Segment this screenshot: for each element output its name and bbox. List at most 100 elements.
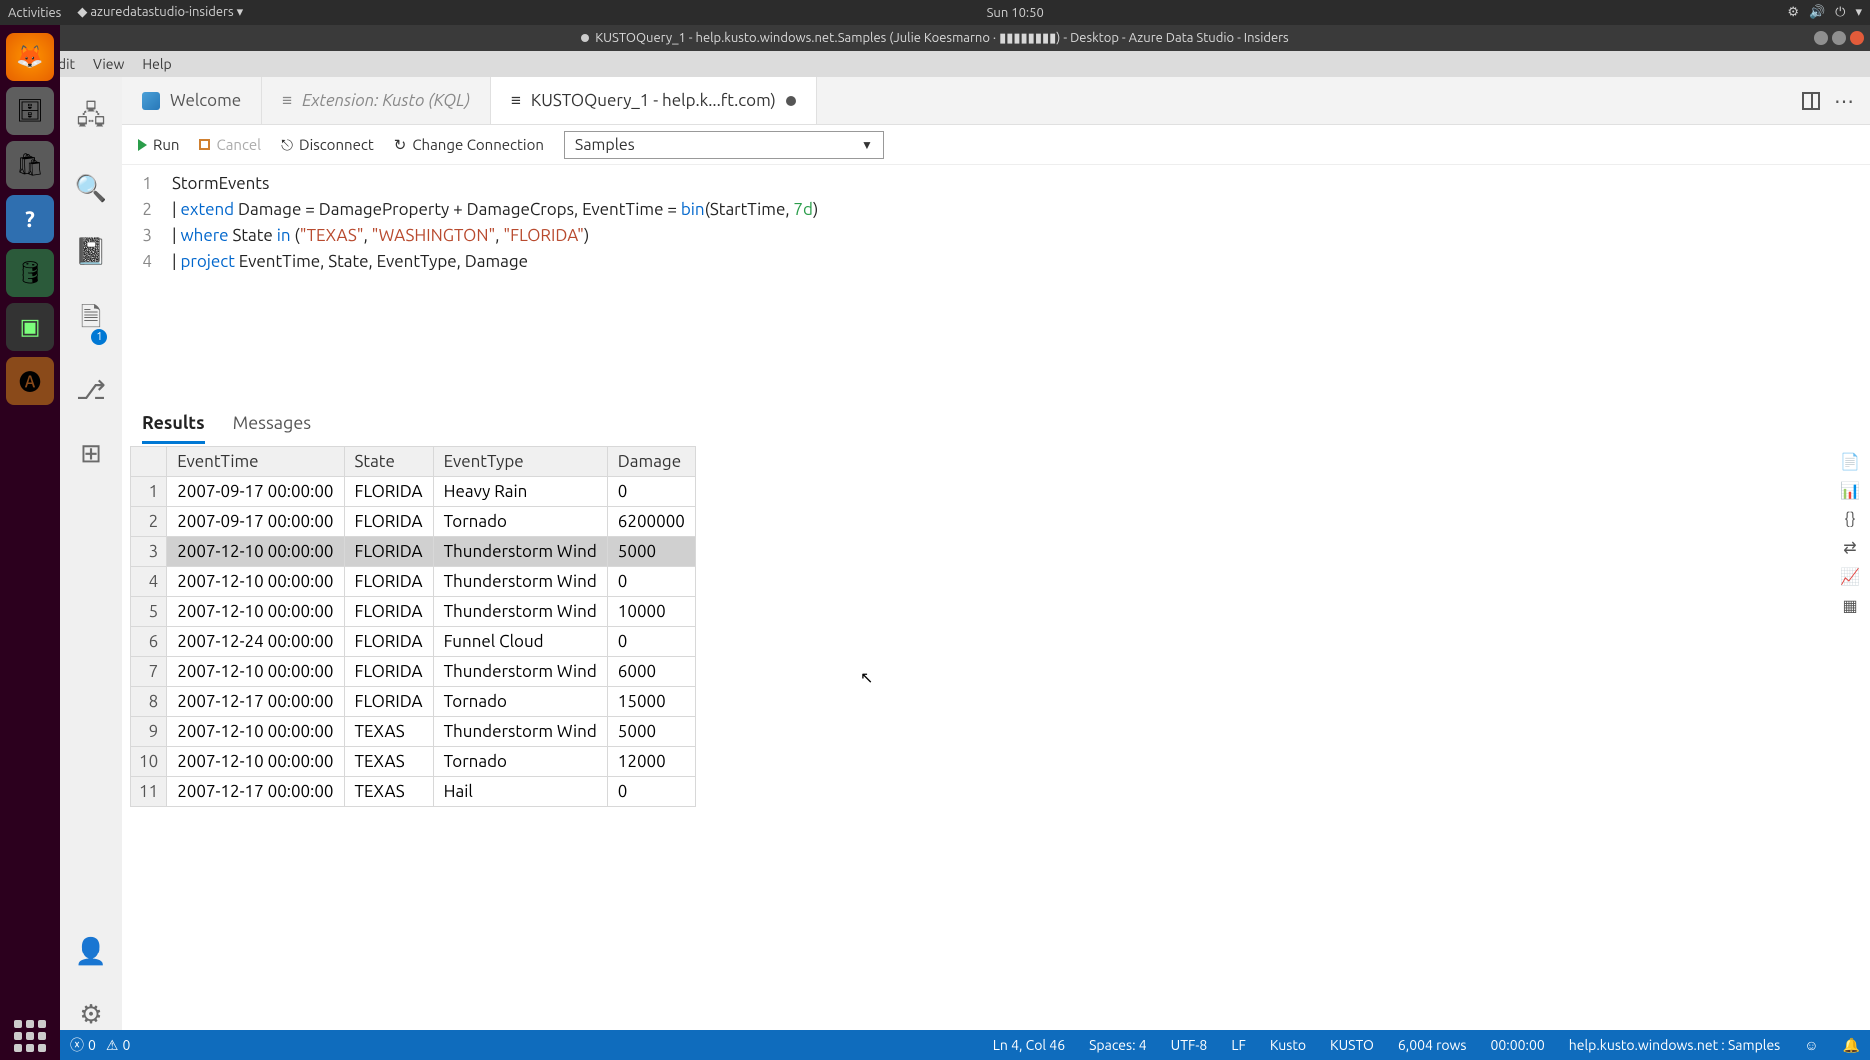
activity-explorer-icon[interactable]: 🗎 [81,299,102,343]
cell[interactable]: 2007-09-17 00:00:00 [167,477,344,507]
cell[interactable]: TEXAS [344,747,433,777]
table-row[interactable]: 22007-09-17 00:00:00FLORIDATornado620000… [131,507,696,537]
cell[interactable]: TEXAS [344,717,433,747]
save-json-icon[interactable]: {} [1844,510,1855,528]
row-number[interactable]: 5 [131,597,167,627]
status-eol[interactable]: LF [1231,1037,1246,1053]
cell[interactable]: 5000 [607,537,695,567]
table-row[interactable]: 92007-12-10 00:00:00TEXASThunderstorm Wi… [131,717,696,747]
editor-line[interactable]: 4| project EventTime, State, EventType, … [122,249,1870,275]
status-connection[interactable]: help.kusto.windows.net : Samples [1569,1037,1780,1053]
save-csv-icon[interactable]: 📄 [1840,452,1860,471]
cell[interactable]: 2007-12-10 00:00:00 [167,567,344,597]
row-number[interactable]: 11 [131,777,167,807]
row-number[interactable]: 8 [131,687,167,717]
cell[interactable]: 0 [607,627,695,657]
cell[interactable]: 2007-12-17 00:00:00 [167,687,344,717]
code-text[interactable]: | where State in ("TEXAS", "WASHINGTON",… [172,223,589,249]
visualizer-icon[interactable]: ▦ [1842,596,1857,615]
activity-search-icon[interactable]: 🔍 [75,173,107,204]
launcher-software[interactable]: 🛍 [6,141,54,189]
cell[interactable]: Thunderstorm Wind [433,597,607,627]
status-warnings[interactable]: ⚠ 0 [106,1037,130,1054]
editor-line[interactable]: 1StormEvents [122,171,1870,197]
launcher-help[interactable]: ? [6,195,54,243]
cell[interactable]: 2007-12-10 00:00:00 [167,537,344,567]
activity-connections-icon[interactable]: 🖧 [77,97,106,141]
database-select[interactable]: Samples ▼ [564,131,884,159]
row-number[interactable]: 7 [131,657,167,687]
cell[interactable]: 12000 [607,747,695,777]
disconnect-button[interactable]: ⎋ Disconnect [281,136,374,154]
cell[interactable]: FLORIDA [344,657,433,687]
cell[interactable]: 10000 [607,597,695,627]
cell[interactable]: FLORIDA [344,597,433,627]
editor-line[interactable]: 2| extend Damage = DamageProperty + Dama… [122,197,1870,223]
cell[interactable]: Heavy Rain [433,477,607,507]
table-row[interactable]: 52007-12-10 00:00:00FLORIDAThunderstorm … [131,597,696,627]
status-elapsed[interactable]: 00:00:00 [1491,1037,1545,1053]
table-row[interactable]: 102007-12-10 00:00:00TEXASTornado12000 [131,747,696,777]
status-feedback-icon[interactable]: ☺ [1804,1037,1818,1053]
save-xml-icon[interactable]: ⇄ [1843,538,1856,557]
run-button[interactable]: Run [138,136,179,153]
launcher-firefox[interactable]: 🦊 [6,33,54,81]
cell[interactable]: 0 [607,567,695,597]
activity-account-icon[interactable]: 👤 [75,936,107,967]
menu-view[interactable]: View [93,56,124,72]
row-number[interactable]: 9 [131,717,167,747]
row-number[interactable]: 2 [131,507,167,537]
table-row[interactable]: 42007-12-10 00:00:00FLORIDAThunderstorm … [131,567,696,597]
launcher-terminal[interactable]: ▣ [6,303,54,351]
column-header[interactable]: EventType [433,447,607,477]
cell[interactable]: Tornado [433,507,607,537]
cell[interactable]: Tornado [433,747,607,777]
window-close-button[interactable] [1850,31,1864,45]
activities-button[interactable]: Activities [8,6,61,20]
split-editor-icon[interactable] [1802,92,1820,110]
cell[interactable]: Thunderstorm Wind [433,537,607,567]
cell[interactable]: Tornado [433,687,607,717]
table-row[interactable]: 112007-12-17 00:00:00TEXASHail0 [131,777,696,807]
tab-active-query[interactable]: ≡ KUSTOQuery_1 - help.k...ft.com) [491,77,817,124]
activity-source-control-icon[interactable]: ⎇ [76,375,106,406]
column-header[interactable]: EventTime [167,447,344,477]
table-row[interactable]: 82007-12-17 00:00:00FLORIDATornado15000 [131,687,696,717]
launcher-azure-data-studio[interactable]: 🛢 [6,249,54,297]
cell[interactable]: FLORIDA [344,507,433,537]
cell[interactable]: Thunderstorm Wind [433,567,607,597]
tab-extension[interactable]: ≡ Extension: Kusto (KQL) [262,77,491,124]
cell[interactable]: 6200000 [607,507,695,537]
power-icon[interactable]: ⏻ [1835,5,1845,20]
results-tab[interactable]: Results [142,413,205,444]
cell[interactable]: 2007-12-24 00:00:00 [167,627,344,657]
cell[interactable]: 2007-12-10 00:00:00 [167,597,344,627]
activity-extensions-icon[interactable]: ⊞ [80,438,102,469]
activity-notebooks-icon[interactable]: 📓 [75,236,107,267]
code-text[interactable]: | extend Damage = DamageProperty + Damag… [172,197,818,223]
row-number[interactable]: 3 [131,537,167,567]
cell[interactable]: 5000 [607,717,695,747]
editor-line[interactable]: 3| where State in ("TEXAS", "WASHINGTON"… [122,223,1870,249]
network-icon[interactable]: ⚙ [1787,5,1799,20]
row-number[interactable]: 6 [131,627,167,657]
activity-settings-icon[interactable]: ⚙ [79,999,102,1030]
cell[interactable]: 2007-12-10 00:00:00 [167,747,344,777]
status-language[interactable]: Kusto [1270,1037,1306,1053]
launcher-updater[interactable]: 🅐 [6,357,54,405]
row-number[interactable]: 1 [131,477,167,507]
cell[interactable]: 2007-12-17 00:00:00 [167,777,344,807]
query-editor[interactable]: 1StormEvents2| extend Damage = DamagePro… [122,165,1870,405]
cell[interactable]: FLORIDA [344,687,433,717]
column-header[interactable]: State [344,447,433,477]
window-maximize-button[interactable] [1832,31,1846,45]
launcher-show-apps[interactable] [6,1012,54,1060]
cell[interactable]: Funnel Cloud [433,627,607,657]
chart-icon[interactable]: 📈 [1840,567,1860,586]
cell[interactable]: 15000 [607,687,695,717]
menu-help[interactable]: Help [142,56,171,72]
cell[interactable]: Thunderstorm Wind [433,657,607,687]
status-errors[interactable]: ⓧ 0 [70,1035,96,1055]
status-encoding[interactable]: UTF-8 [1171,1037,1208,1053]
more-actions-icon[interactable]: ⋯ [1834,89,1854,113]
